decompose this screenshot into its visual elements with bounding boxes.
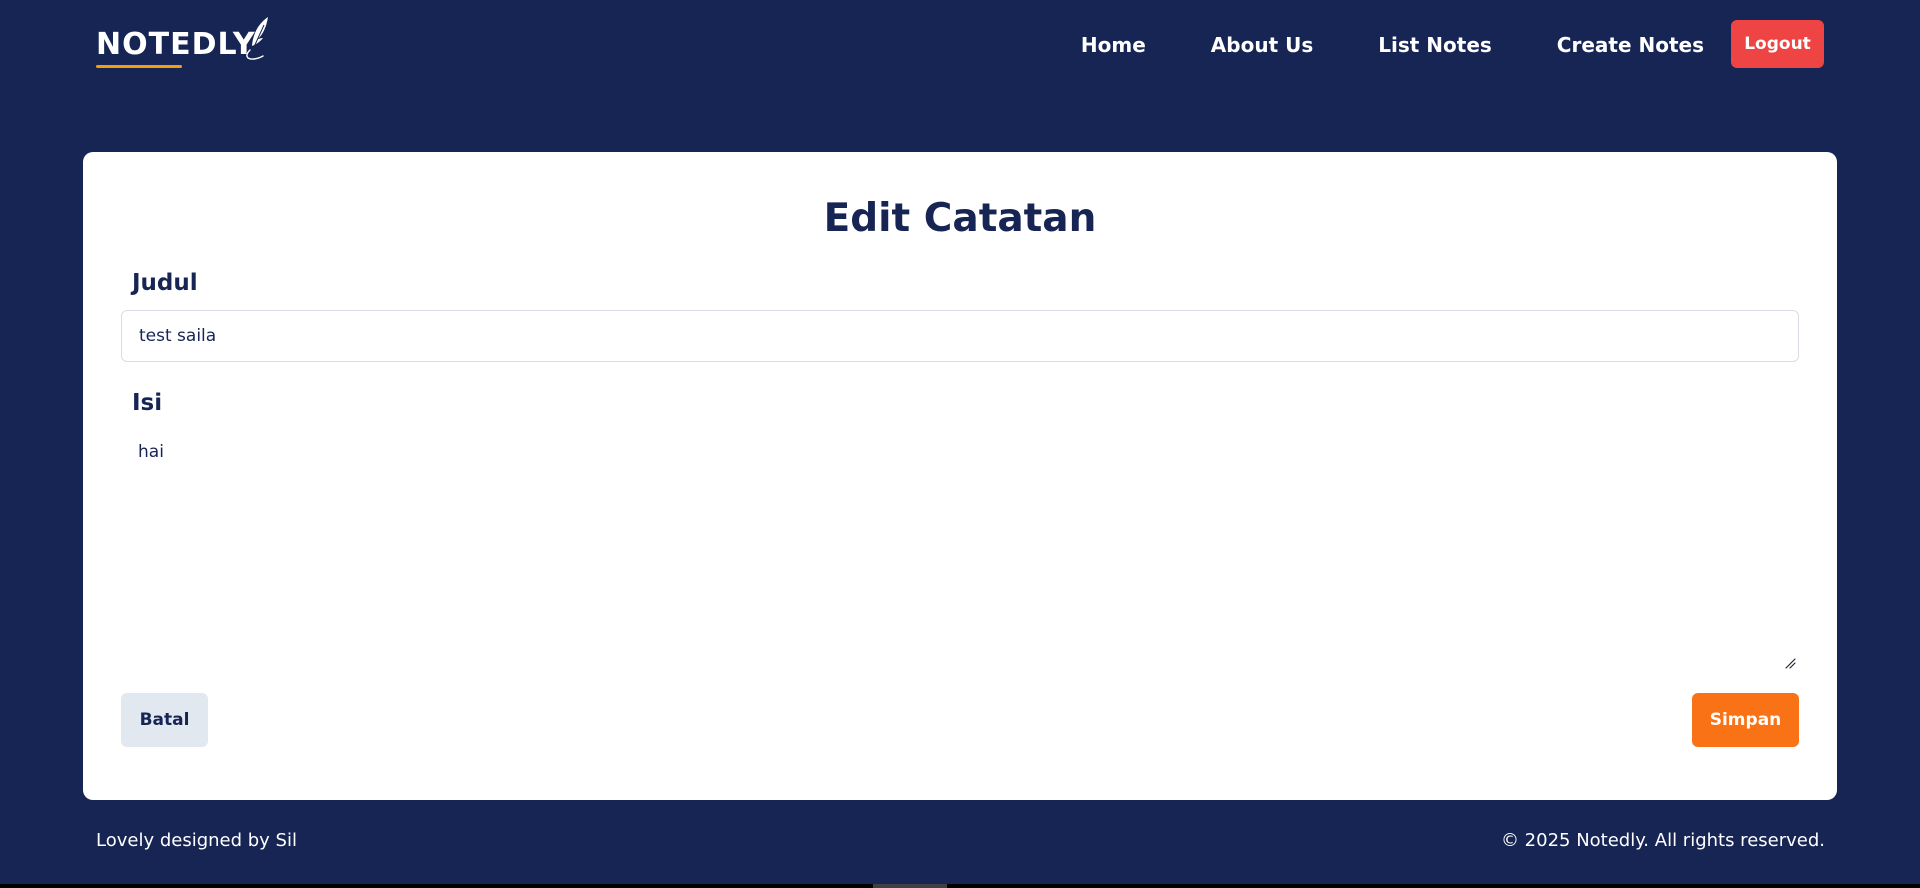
nav-about-us[interactable]: About Us	[1211, 30, 1313, 60]
cancel-button[interactable]: Batal	[121, 693, 208, 747]
logo-text: NOTEDLY	[96, 27, 256, 62]
logo-underline	[96, 65, 182, 68]
isi-textarea[interactable]: hai	[121, 429, 1799, 825]
edit-note-card: Edit Catatan Judul Isi hai Batal Simpan	[83, 152, 1837, 825]
window-bottom-edge	[0, 884, 1920, 888]
main-nav: Home About Us List Notes Create Notes	[1081, 30, 1704, 60]
nav-home[interactable]: Home	[1081, 30, 1146, 60]
site-header: NOTEDLY Home About Us List Notes Create …	[0, 0, 1920, 90]
isi-label: Isi	[132, 390, 163, 416]
save-button[interactable]: Simpan	[1692, 693, 1799, 747]
nav-list-notes[interactable]: List Notes	[1378, 30, 1492, 60]
quill-icon	[246, 17, 268, 60]
footer-credit: Lovely designed by Sil	[96, 830, 297, 851]
judul-input[interactable]	[121, 310, 1799, 362]
notedly-logo[interactable]: NOTEDLY	[96, 16, 276, 74]
logout-button[interactable]: Logout	[1731, 20, 1824, 68]
resize-handle-icon[interactable]	[1783, 656, 1797, 670]
judul-label: Judul	[132, 270, 198, 296]
window-bottom-tab	[873, 884, 947, 888]
page-title: Edit Catatan	[823, 196, 1097, 241]
footer-copyright: © 2025 Notedly. All rights reserved.	[1500, 830, 1825, 851]
nav-create-notes[interactable]: Create Notes	[1557, 30, 1704, 60]
